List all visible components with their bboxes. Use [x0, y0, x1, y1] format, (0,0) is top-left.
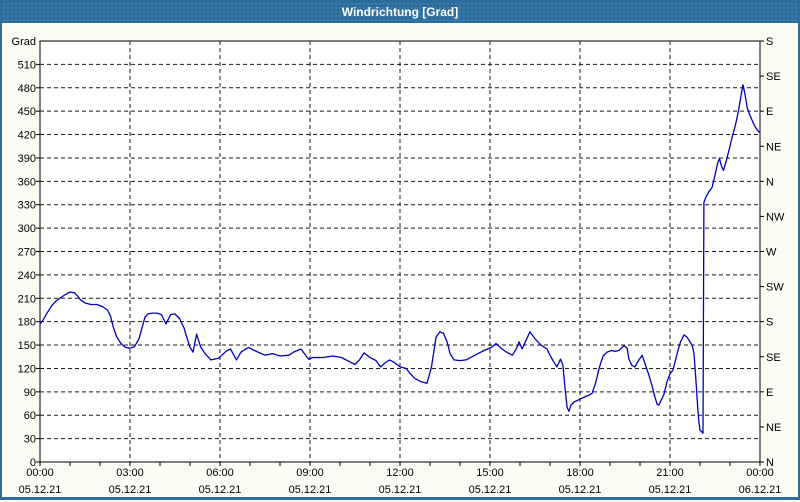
x-axis-time-label: 00:00 — [746, 467, 774, 479]
chart-window: Windrichtung [Grad] 510 480 450 420 390 360 33… — [0, 0, 800, 500]
compass-label: SE — [766, 352, 781, 364]
y-axis-label: 300 — [18, 223, 36, 235]
compass-label: SW — [766, 282, 784, 294]
y-axis-label: 360 — [18, 176, 36, 188]
x-axis-date-label: 05.12.21 — [559, 484, 602, 496]
x-axis-time-label: 15:00 — [476, 467, 504, 479]
compass-label: NE — [766, 422, 781, 434]
title-bar: Windrichtung [Grad] — [2, 2, 798, 23]
y-axis-label: 60 — [24, 410, 36, 422]
x-axis-time-label: 18:00 — [566, 467, 594, 479]
x-axis-date-label: 05.12.21 — [649, 484, 692, 496]
y-axis-label: 390 — [18, 153, 36, 165]
y-axis-label: 510 — [18, 59, 36, 71]
compass-label: S — [766, 317, 773, 329]
y-axis-label: 480 — [18, 83, 36, 95]
y-axis-label: 330 — [18, 200, 36, 212]
y-axis-unit-label: Grad — [12, 36, 36, 48]
x-axis-time-label: 21:00 — [656, 467, 684, 479]
compass-label: SE — [766, 71, 781, 83]
y-axis-label: 210 — [18, 293, 36, 305]
compass-label: E — [766, 106, 773, 118]
y-axis-label: 150 — [18, 340, 36, 352]
x-axis-date-label: 05.12.21 — [289, 484, 332, 496]
x-axis-date-label: 05.12.21 — [109, 484, 152, 496]
wind-direction-chart: 510 480 450 420 390 360 330 300 270 240 210 180 150 1… — [12, 36, 785, 496]
x-axis-time-label: 12:00 — [386, 467, 414, 479]
x-axis-date-label: 05.12.21 — [199, 484, 242, 496]
x-axis-time-label: 03:00 — [116, 467, 144, 479]
compass-label: S — [766, 36, 773, 48]
x-axis-date-label: 05.12.21 — [469, 484, 512, 496]
x-axis-time-label: 09:00 — [296, 467, 324, 479]
compass-label: NE — [766, 141, 781, 153]
y-axis-label: 240 — [18, 270, 36, 282]
compass-label: W — [766, 247, 777, 259]
y-axis-label: 420 — [18, 130, 36, 142]
y-axis-label: 450 — [18, 106, 36, 118]
y-axis-label: 30 — [24, 434, 36, 446]
x-axis-date-label: 05.12.21 — [19, 484, 62, 496]
compass-label: NW — [766, 211, 785, 223]
y-axis-label: 120 — [18, 363, 36, 375]
compass-label: N — [766, 176, 774, 188]
y-axis-label: 180 — [18, 317, 36, 329]
x-axis-date-label: 05.12.21 — [379, 484, 422, 496]
x-axis-time-label: 00:00 — [26, 467, 54, 479]
y-axis-label: 90 — [24, 387, 36, 399]
x-axis-time-label: 06:00 — [206, 467, 234, 479]
x-axis-date-label: 06.12.21 — [739, 484, 782, 496]
compass-label: E — [766, 387, 773, 399]
window-title: Windrichtung [Grad] — [341, 5, 459, 19]
y-axis-label: 270 — [18, 247, 36, 259]
